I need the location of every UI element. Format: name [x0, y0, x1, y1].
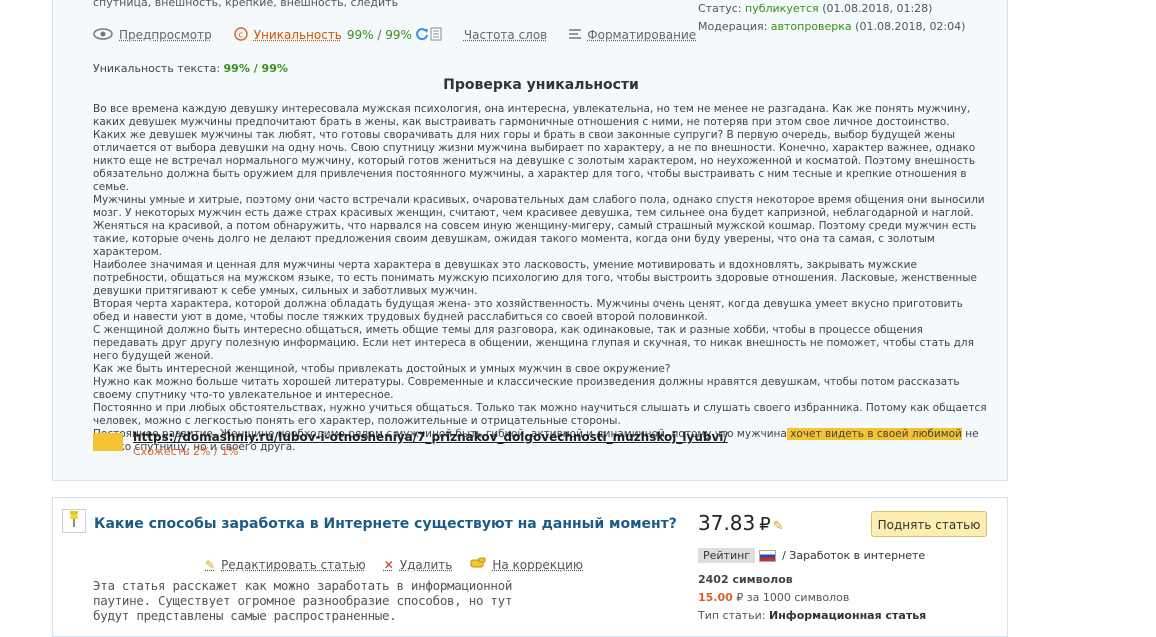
send-to-correction-label: На коррекцию [492, 558, 583, 572]
moderation-value: автопроверка [771, 20, 852, 33]
article-title[interactable]: Какие способы заработка в Интернете суще… [94, 516, 677, 532]
uniqueness-value-2: 99% [385, 28, 412, 42]
moderation-time: (01.08.2018, 02:04) [855, 20, 965, 33]
status-value: публикуется [745, 2, 819, 15]
article-type-value: Информационная статья [769, 609, 926, 622]
article-category[interactable]: / Заработок в интернете [782, 549, 925, 562]
status-block: Статус: публикуется (01.08.2018, 01:28) … [698, 0, 965, 36]
lines-icon [569, 28, 581, 43]
edit-article-button[interactable]: ✎ Редактировать статью [205, 557, 366, 572]
text-paragraph: Мужчины умные и хитрые, поэтому они част… [93, 194, 989, 259]
text-paragraph: Наиболее значимая и ценная для мужчины ч… [93, 259, 989, 298]
text-paragraph: Во все времена каждую девушку интересова… [93, 103, 989, 129]
article-type-label: Тип статьи: [698, 609, 766, 622]
pencil-icon: ✎ [205, 558, 215, 572]
copyright-icon: c [234, 27, 248, 44]
currency-symbol: ₽ [759, 514, 770, 535]
delete-label: Удалить [400, 558, 453, 572]
rate-value: 15.00 [698, 591, 733, 604]
document-icon[interactable] [430, 27, 442, 44]
svg-text:c: c [238, 30, 243, 40]
source-similarity: Схожесть 2% / 1% [133, 445, 239, 458]
uniqueness-summary-label: Уникальность текста: [93, 62, 220, 75]
formatting-button[interactable]: Форматирование [569, 28, 696, 43]
article-description: Эта статья расскажет как можно заработат… [93, 578, 533, 623]
matched-highlight: хочет видеть в своей любимой [787, 428, 962, 440]
text-paragraph: С женщиной должно быть интересно общатьс… [93, 324, 989, 363]
source-color-swatch [93, 433, 123, 451]
preview-label: Предпросмотр [119, 28, 212, 42]
text-paragraph: Вторая черта характера, которой должна о… [93, 298, 989, 324]
hand-icon [470, 557, 486, 572]
delete-button[interactable]: ✕ Удалить [384, 557, 453, 572]
edit-price-icon[interactable]: ✎ [773, 519, 784, 534]
uniqueness-summary: Уникальность текста: 99% / 99% [93, 62, 288, 75]
pin-icon[interactable] [62, 509, 86, 533]
article-price: 37.83 ₽ ✎ [698, 511, 784, 535]
edit-article-label: Редактировать статью [221, 558, 366, 572]
raise-article-button[interactable]: Поднять статью [871, 511, 987, 537]
preview-button[interactable]: Предпросмотр [93, 28, 212, 43]
refresh-icon[interactable] [415, 27, 429, 44]
article-actions: ✎ Редактировать статью ✕ Удалить На корр… [205, 557, 601, 572]
uniqueness-check-text: Во все времена каждую девушку интересова… [93, 103, 989, 454]
uniqueness-button[interactable]: c Уникальность 99% / 99% [234, 27, 442, 44]
formatting-label: Форматирование [587, 28, 696, 42]
status-label: Статус: [698, 2, 742, 15]
uniqueness-summary-value: 99% / 99% [224, 62, 288, 75]
uniqueness-check-title: Проверка уникальности [93, 77, 989, 93]
word-frequency-button[interactable]: Частота слов [464, 28, 547, 42]
rating-row: Рейтинг / Заработок в интернете [698, 548, 925, 563]
uniqueness-label: Уникальность [254, 28, 342, 42]
char-count: 2402 символов [698, 573, 793, 586]
word-frequency-label: Частота слов [464, 28, 547, 42]
article-toolbar: Предпросмотр c Уникальность 99% / 99% Ча… [93, 25, 718, 45]
text-paragraph: Нужно как можно больше читать хорошей ли… [93, 376, 989, 402]
article-type: Тип статьи: Информационная статья [698, 609, 926, 622]
text-paragraph: Каких же девушек мужчины так любят, что … [93, 129, 989, 194]
rate-per-1000: 15.00 ₽ за 1000 символов [698, 591, 849, 604]
text-paragraph: Постоянно и при любых обстоятельствах, н… [93, 402, 989, 428]
text-paragraph: Как же быть интересной женщиной, чтобы п… [93, 363, 989, 376]
rate-suffix: ₽ за 1000 символов [736, 591, 849, 604]
rating-badge: Рейтинг [698, 548, 755, 563]
uniqueness-value-1: 99% [347, 28, 374, 42]
eye-icon [93, 28, 113, 43]
send-to-correction-button[interactable]: На коррекцию [470, 557, 583, 572]
status-time: (01.08.2018, 01:28) [822, 2, 932, 15]
close-icon: ✕ [384, 558, 394, 572]
price-value: 37.83 [698, 511, 755, 535]
source-link[interactable]: https://domashniy.ru/lubov-i-otnosheniya… [133, 430, 728, 444]
russia-flag-icon [759, 550, 776, 562]
uniqueness-separator: / [374, 28, 386, 42]
article-tags: спутница, внешность, крепкие, внешность,… [93, 0, 683, 11]
